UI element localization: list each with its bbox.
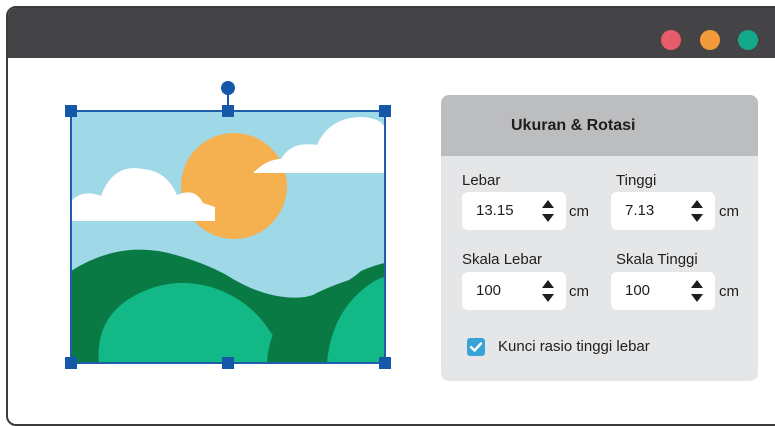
resize-handle-top-right[interactable] [379, 105, 391, 117]
height-stepper[interactable]: 7.13 [611, 192, 715, 230]
scale-height-value: 100 [625, 282, 651, 299]
size-rotation-panel: Ukuran & Rotasi Lebar 13.15 cm Tinggi 7.… [441, 95, 758, 381]
height-unit: cm [719, 203, 739, 220]
scale-height-label: Skala Tinggi [616, 251, 698, 268]
panel-header: Ukuran & Rotasi [441, 95, 758, 156]
maximize-button[interactable] [738, 30, 758, 50]
width-value: 13.15 [476, 202, 514, 219]
landscape-image-icon[interactable] [71, 111, 385, 363]
checkmark-icon [469, 342, 483, 352]
height-value: 7.13 [625, 202, 655, 219]
minimize-button[interactable] [700, 30, 720, 50]
rotate-handle[interactable] [221, 81, 235, 95]
resize-handle-bottom-right[interactable] [379, 357, 391, 369]
title-bar [8, 8, 775, 58]
close-button[interactable] [661, 30, 681, 50]
height-label: Tinggi [616, 172, 657, 189]
stepper-arrows-icon[interactable] [690, 279, 704, 303]
scale-height-stepper[interactable]: 100 [611, 272, 715, 310]
stepper-arrows-icon[interactable] [690, 199, 704, 223]
width-stepper[interactable]: 13.15 [462, 192, 566, 230]
lock-ratio-checkbox[interactable] [467, 338, 485, 356]
selection-border-right [384, 110, 386, 364]
resize-handle-bottom-center[interactable] [222, 357, 234, 369]
resize-handle-bottom-left[interactable] [65, 357, 77, 369]
scale-width-value: 100 [476, 282, 502, 299]
width-unit: cm [569, 203, 589, 220]
stepper-arrows-icon[interactable] [541, 279, 555, 303]
resize-handle-top-left[interactable] [65, 105, 77, 117]
selection-border-left [70, 110, 72, 364]
scale-width-label: Skala Lebar [462, 251, 543, 268]
rotate-handle-stem [227, 93, 229, 107]
scale-height-unit: cm [719, 283, 739, 300]
scale-width-stepper[interactable]: 100 [462, 272, 566, 310]
panel-title: Ukuran & Rotasi [511, 116, 636, 134]
lock-ratio-label: Kunci rasio tinggi lebar [498, 338, 650, 355]
scale-width-unit: cm [569, 283, 589, 300]
width-label: Lebar [462, 172, 501, 189]
stepper-arrows-icon[interactable] [541, 199, 555, 223]
